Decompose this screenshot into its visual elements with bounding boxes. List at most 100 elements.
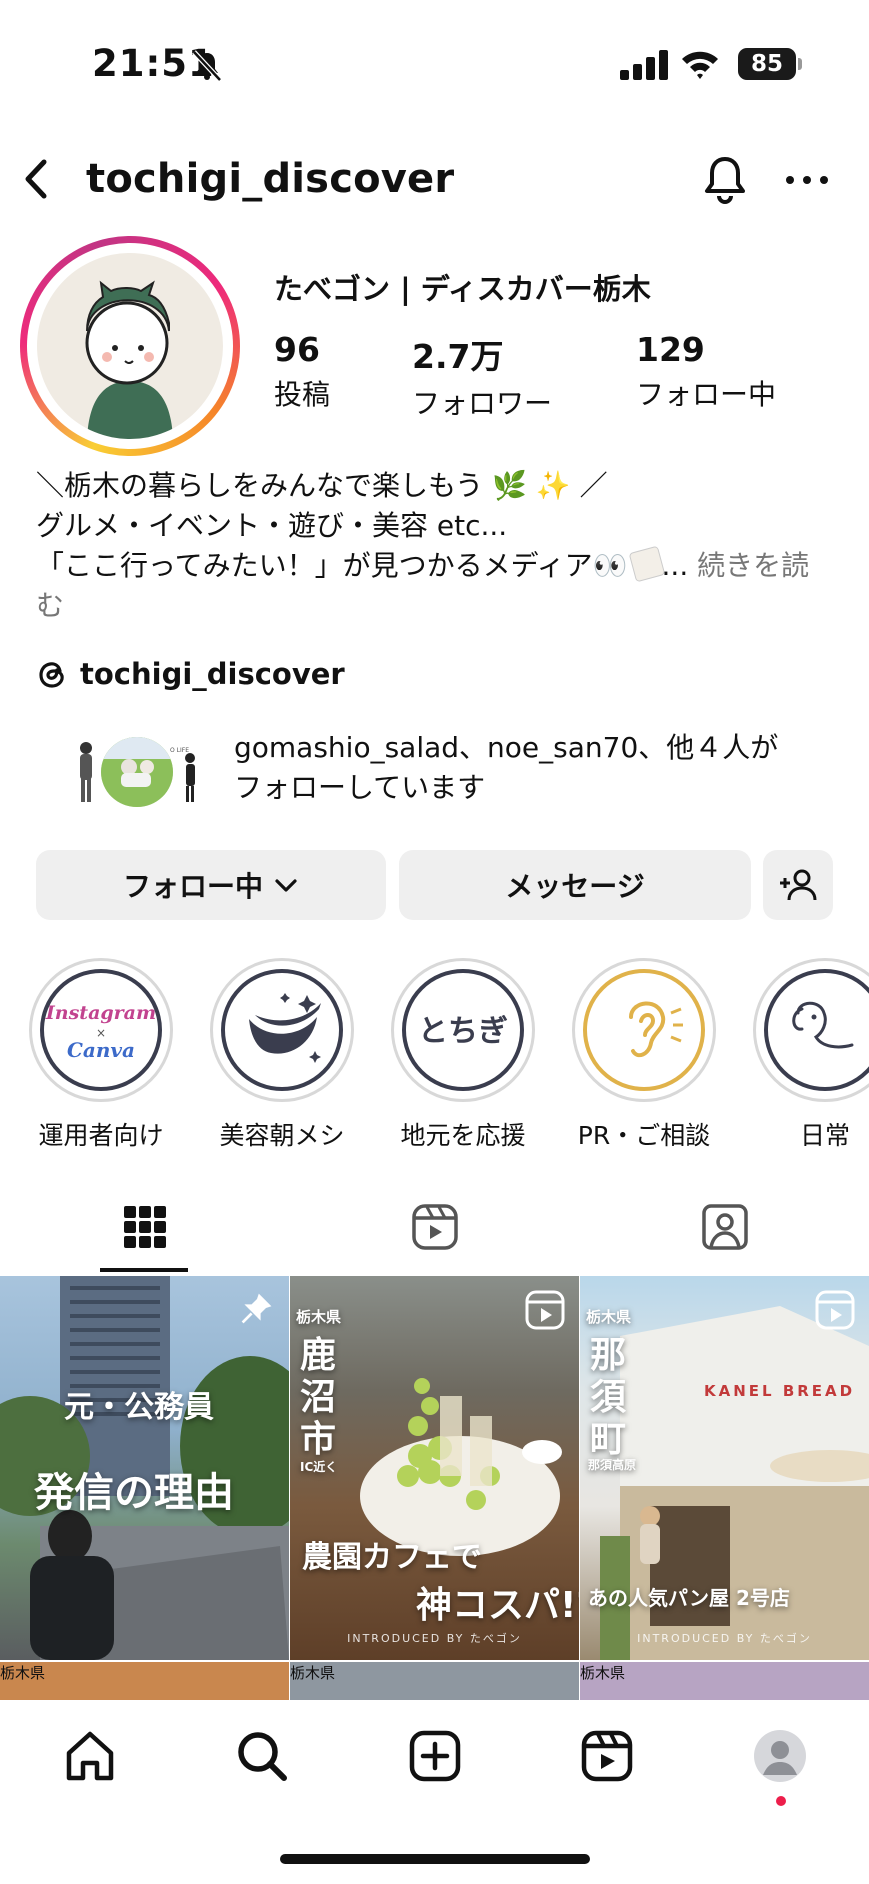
story-highlights: Instagram × Canva 運用者向け 美容朝メシ とちぎ 地元を応援 … (0, 958, 869, 1148)
post-prefecture: 栃木県 (296, 1308, 342, 1326)
add-person-icon (780, 869, 817, 901)
home-icon (66, 1731, 114, 1781)
profile-avatar-story-ring[interactable] (20, 236, 240, 456)
nav-profile[interactable] (750, 1726, 810, 1786)
highlight-label: PR・ご相談 (577, 1121, 711, 1148)
post-prefecture: 栃木県 (580, 1664, 626, 1682)
highlight-cover-text: とちぎ (418, 1014, 508, 1049)
post-caption: あの人気パン屋 2号店 (588, 1586, 790, 1610)
stat-label: フォロワー (412, 387, 553, 420)
highlight-cover-text: Instagram (45, 1002, 156, 1024)
grid-post[interactable]: 元・公務員 発信の理由 (0, 1276, 289, 1660)
followed-by-line: フォローしています (234, 771, 486, 804)
highlight-cover-text: Canva (67, 1038, 135, 1062)
more-horizontal-icon[interactable] (782, 162, 832, 198)
post-place-char: 町 (590, 1419, 627, 1460)
bio-ellipsis: ... (661, 549, 698, 582)
post-sign: KANEL BREAD (704, 1382, 856, 1400)
see-more-link-wrap[interactable]: む (36, 586, 836, 626)
followers-count[interactable]: 2.7万 フォロワー (412, 330, 552, 422)
battery-nub (798, 58, 802, 70)
stat-label: 投稿 (274, 378, 331, 411)
mutual-followers[interactable]: O LIFE gomashio_salad、noe_san70、他４人が フォロ… (50, 728, 840, 818)
post-subtext: IC近く (300, 1460, 338, 1474)
highlight-item[interactable]: 美容朝メシ (207, 958, 357, 1148)
avatar (37, 253, 223, 439)
following-button[interactable]: フォロー中 (36, 850, 386, 920)
see-more-link[interactable]: 続きを読 (697, 549, 809, 582)
display-name: たべゴン | ディスカバー栃木 (274, 272, 651, 306)
highlight-item[interactable]: Instagram × Canva 運用者向け (26, 958, 176, 1148)
memo-emoji (628, 545, 665, 583)
highlight-label: 日常 (799, 1121, 850, 1148)
threads-handle: tochigi_discover (80, 657, 345, 691)
reels-icon (815, 1290, 855, 1330)
stat-value: 96 (274, 330, 320, 369)
post-footer: INTRODUCED BY たべゴン (637, 1632, 812, 1645)
stat-value: 2.7万 (412, 337, 504, 376)
highlight-item[interactable]: PR・ご相談 (569, 958, 719, 1148)
post-prefecture: 栃木県 (290, 1664, 336, 1682)
following-label: フォロー中 (122, 870, 263, 903)
bio-line: グルメ・イベント・遊び・美容 etc... (36, 509, 508, 542)
following-count[interactable]: 129 フォロー中 (636, 330, 776, 413)
search-icon (238, 1732, 287, 1781)
content-tabs (0, 1180, 869, 1274)
grid-post[interactable]: 栃木県 (0, 1662, 289, 1700)
highlight-label: 美容朝メシ (219, 1121, 345, 1148)
page-title: tochigi_discover (86, 156, 455, 202)
nav-search[interactable] (232, 1726, 292, 1786)
chevron-left-icon[interactable] (14, 154, 64, 204)
nav-reels[interactable] (577, 1726, 637, 1786)
message-button[interactable]: メッセージ (399, 850, 751, 920)
threads-badge[interactable]: tochigi_discover (36, 654, 345, 694)
avatar-illustration (85, 280, 173, 439)
grid-post[interactable]: KANEL BREAD 栃木県 那 須 町 那須高原 あの人気パン屋 2号店 I… (580, 1276, 869, 1660)
notification-dot (776, 1796, 786, 1806)
post-caption: 神コスパ!? (416, 1585, 579, 1626)
mutual-avatar (98, 734, 176, 810)
grid-post[interactable]: 栃木県 (580, 1662, 869, 1700)
profile-header: tochigi_discover (0, 140, 869, 220)
nav-home[interactable] (60, 1726, 120, 1786)
grid-post[interactable]: 栃木県 (290, 1662, 579, 1700)
followed-by-line: gomashio_salad、noe_san70、他４人が (234, 731, 779, 764)
battery-icon: 85 (738, 48, 796, 80)
bio-line: 「ここ行ってみたい！」が見つかるメディア👀... 続きを読 (36, 545, 836, 586)
highlight-ring (753, 958, 869, 1102)
nav-create[interactable] (405, 1726, 465, 1786)
bio-line-text: 「ここ行ってみたい！」が見つかるメディア👀 (36, 549, 628, 582)
bell-icon[interactable] (700, 154, 750, 206)
post-caption: 元・公務員 (64, 1390, 214, 1425)
profile-avatar (754, 1730, 806, 1782)
status-bar: 21:51 85 (0, 0, 869, 120)
highlight-cover: Instagram × Canva (40, 969, 162, 1091)
post-caption: 発信の理由 (34, 1470, 234, 1516)
tagged-icon (702, 1204, 748, 1250)
highlight-ring: とちぎ (391, 958, 535, 1102)
post-footer: INTRODUCED BY たべゴン (347, 1632, 522, 1645)
reels-icon (412, 1204, 458, 1250)
highlight-ring (210, 958, 354, 1102)
highlight-cover: とちぎ (402, 969, 524, 1091)
home-indicator (280, 1854, 590, 1864)
svg-text:O LIFE: O LIFE (170, 747, 189, 754)
grid-post[interactable]: 栃木県 鹿 沼 市 IC近く 農園カフェで 神コスパ!? INTRODUCED … (290, 1276, 579, 1660)
posts-grid: 元・公務員 発信の理由 栃木県 鹿 沼 市 IC近く 農園カフェで 神コスパ!?… (0, 1276, 869, 1700)
stat-value: 129 (636, 330, 705, 369)
highlight-label: 運用者向け (38, 1121, 164, 1148)
highlight-ring: Instagram × Canva (29, 958, 173, 1102)
wifi-icon (682, 51, 718, 79)
highlight-cover (764, 969, 869, 1091)
bio-line: ＼栃木の暮らしをみんなで楽しもう 🌿 ✨ ／ (36, 469, 608, 502)
tab-posts[interactable] (0, 1180, 290, 1274)
reels-icon (581, 1730, 633, 1782)
highlight-item[interactable]: 日常 (750, 958, 869, 1148)
highlight-item[interactable]: とちぎ 地元を応援 (388, 958, 538, 1148)
tab-reels[interactable] (290, 1180, 580, 1274)
message-label: メッセージ (505, 870, 645, 903)
suggested-users-button[interactable] (763, 850, 833, 920)
tab-tagged[interactable] (580, 1180, 869, 1274)
posts-count: 96 投稿 (274, 330, 330, 413)
cellular-signal-icon (620, 50, 668, 80)
